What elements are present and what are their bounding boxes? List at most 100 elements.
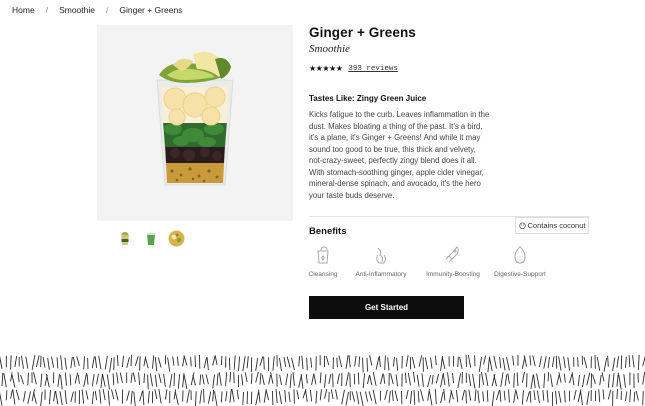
pattern-stroke bbox=[336, 357, 338, 368]
pattern-stroke bbox=[11, 374, 16, 388]
pattern-stroke bbox=[546, 390, 549, 403]
pattern-stroke bbox=[315, 390, 318, 404]
pattern-stroke bbox=[76, 356, 80, 367]
pattern-stroke bbox=[387, 357, 390, 371]
pattern-stroke bbox=[536, 373, 540, 389]
pattern-stroke bbox=[292, 372, 295, 386]
get-started-button[interactable]: Get Started bbox=[309, 296, 464, 319]
pattern-stroke bbox=[300, 373, 304, 389]
pattern-stroke bbox=[362, 373, 366, 389]
pattern-stroke bbox=[465, 390, 467, 404]
pattern-stroke bbox=[167, 357, 171, 372]
breadcrumb-smoothie[interactable]: Smoothie bbox=[59, 5, 95, 15]
pattern-stroke bbox=[56, 357, 59, 369]
pattern-stroke bbox=[521, 390, 524, 405]
pattern-stroke bbox=[130, 355, 132, 367]
pattern-stroke bbox=[143, 373, 145, 384]
pattern-stroke bbox=[134, 356, 139, 366]
pattern-stroke bbox=[529, 390, 532, 403]
pattern-stroke bbox=[53, 390, 56, 402]
pattern-stroke bbox=[461, 389, 465, 401]
pattern-stroke bbox=[577, 374, 580, 387]
pattern-stroke bbox=[635, 390, 639, 401]
pattern-stroke bbox=[116, 372, 119, 384]
pattern-stroke bbox=[27, 391, 32, 404]
pattern-stroke bbox=[278, 391, 282, 404]
pattern-stroke bbox=[195, 391, 197, 406]
pattern-stroke bbox=[586, 391, 590, 405]
pattern-stroke bbox=[81, 389, 85, 404]
benefits-list: Cleansing Anti-Inflammatory Immunity-Boo… bbox=[309, 245, 549, 278]
pattern-stroke bbox=[112, 373, 115, 386]
pattern-stroke bbox=[70, 356, 73, 369]
pattern-stroke bbox=[268, 374, 271, 385]
pattern-stroke bbox=[258, 389, 261, 403]
pattern-stroke bbox=[542, 390, 545, 401]
immunity-icon bbox=[445, 246, 459, 263]
coconut-icon bbox=[518, 222, 526, 229]
ingredients-thumbnail[interactable] bbox=[168, 230, 185, 247]
pattern-stroke bbox=[512, 355, 515, 366]
pattern-stroke bbox=[45, 373, 50, 388]
breadcrumb: Home / Smoothie / Ginger + Greens bbox=[12, 5, 182, 15]
benefit-cleansing: Cleansing bbox=[309, 245, 337, 278]
pattern-stroke bbox=[543, 373, 546, 388]
pattern-stroke bbox=[483, 355, 487, 365]
pattern-stroke bbox=[10, 355, 12, 370]
pattern-stroke bbox=[367, 374, 370, 385]
breadcrumb-home[interactable]: Home bbox=[12, 5, 35, 15]
pattern-stroke bbox=[212, 389, 214, 402]
pattern-stroke bbox=[325, 355, 330, 366]
pattern-stroke bbox=[354, 355, 357, 367]
pattern-stroke bbox=[231, 389, 235, 403]
pattern-stroke bbox=[530, 374, 534, 389]
reviews-link[interactable]: 393 reviews bbox=[348, 65, 398, 73]
product-image[interactable] bbox=[97, 25, 293, 221]
pattern-stroke bbox=[74, 372, 79, 384]
pattern-stroke bbox=[599, 374, 602, 386]
pattern-stroke bbox=[164, 389, 168, 400]
pattern-stroke bbox=[246, 356, 249, 369]
pattern-stroke bbox=[263, 389, 267, 403]
pattern-stroke bbox=[154, 356, 158, 372]
pattern-stroke bbox=[278, 357, 282, 371]
pattern-stroke bbox=[362, 357, 364, 373]
pattern-stroke bbox=[474, 389, 477, 402]
pattern-stroke bbox=[298, 356, 301, 367]
pattern-stroke bbox=[115, 389, 119, 401]
pattern-stroke bbox=[543, 356, 547, 369]
pattern-stroke bbox=[132, 372, 136, 383]
pattern-stroke bbox=[72, 356, 76, 367]
pattern-stroke bbox=[60, 374, 63, 390]
pattern-stroke bbox=[139, 356, 141, 371]
pattern-stroke bbox=[504, 374, 508, 386]
pattern-stroke bbox=[158, 389, 162, 404]
pattern-stroke bbox=[107, 390, 110, 406]
pattern-stroke bbox=[441, 356, 446, 370]
pattern-stroke bbox=[485, 372, 489, 386]
pattern-stroke bbox=[521, 371, 525, 383]
pattern-stroke bbox=[302, 388, 307, 399]
pattern-stroke bbox=[487, 357, 490, 373]
cup-thumbnail[interactable] bbox=[116, 230, 133, 247]
pattern-stroke bbox=[306, 357, 308, 371]
pattern-stroke bbox=[384, 389, 388, 401]
pattern-stroke bbox=[313, 373, 317, 385]
pattern-stroke bbox=[275, 389, 278, 404]
pattern-stroke bbox=[625, 356, 627, 368]
pattern-stroke bbox=[434, 355, 437, 366]
pattern-stroke bbox=[431, 374, 434, 385]
pattern-stroke bbox=[513, 390, 516, 403]
pattern-stroke bbox=[556, 374, 560, 386]
pattern-stroke bbox=[592, 374, 596, 384]
green-cup-thumbnail[interactable] bbox=[142, 230, 159, 247]
pattern-stroke bbox=[83, 372, 88, 388]
pattern-stroke bbox=[629, 389, 631, 403]
pattern-stroke bbox=[96, 373, 99, 385]
pattern-stroke bbox=[486, 390, 489, 403]
pattern-stroke bbox=[598, 389, 601, 403]
pattern-stroke bbox=[365, 391, 368, 402]
pattern-stroke bbox=[216, 373, 219, 386]
pattern-stroke bbox=[472, 373, 476, 389]
pattern-stroke bbox=[499, 356, 502, 369]
